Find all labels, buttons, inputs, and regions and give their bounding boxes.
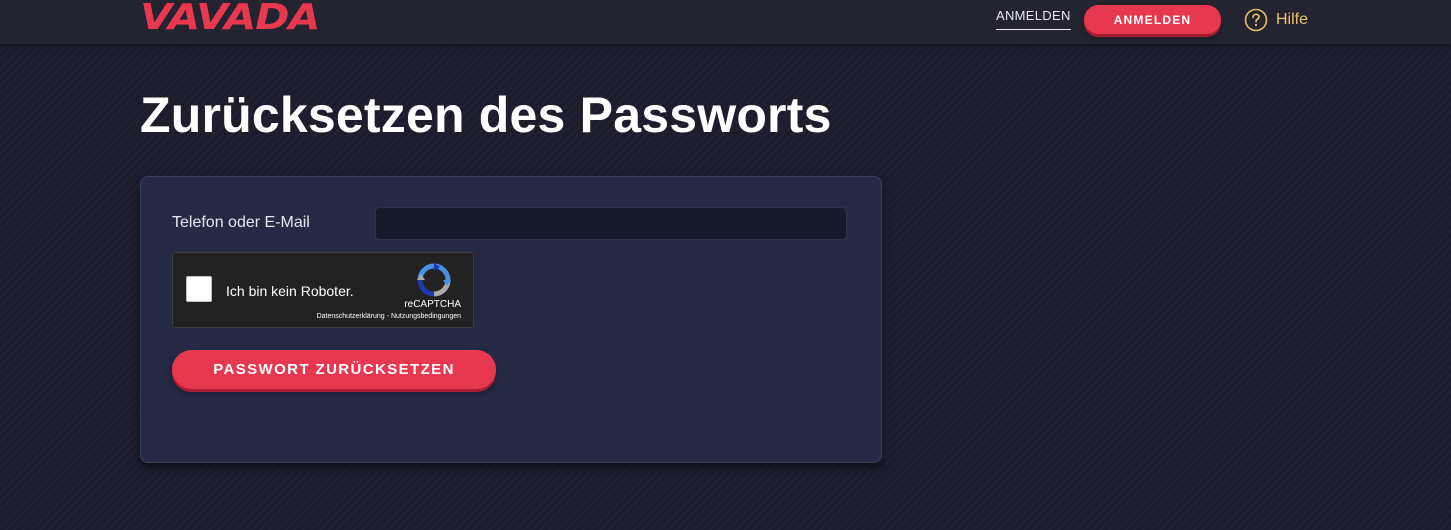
recaptcha-widget: Ich bin kein Roboter. reCAPTCHA Datensch… <box>172 252 474 328</box>
reset-password-button[interactable]: PASSWORT ZURÜCKSETZEN <box>172 350 496 389</box>
vavada-logo[interactable]: VAVADA <box>140 0 342 38</box>
recaptcha-links: Datenschutzerklärung - Nutzungsbedingung… <box>317 313 461 320</box>
reset-password-card: Telefon oder E-Mail Ich bin kein Roboter… <box>140 176 882 463</box>
recaptcha-checkbox[interactable] <box>186 276 212 302</box>
recaptcha-brand: reCAPTCHA <box>404 299 461 310</box>
login-button[interactable]: ANMELDEN <box>1084 5 1221 34</box>
terms-link[interactable]: Nutzungsbedingungen <box>391 313 461 320</box>
recaptcha-label: Ich bin kein Roboter. <box>226 283 354 299</box>
recaptcha-logo-icon <box>417 263 451 297</box>
question-circle-icon <box>1244 8 1268 32</box>
contact-input[interactable] <box>375 207 847 240</box>
contact-field-label: Telefon oder E-Mail <box>172 214 310 231</box>
privacy-link[interactable]: Datenschutzerklärung <box>317 313 385 320</box>
help-link[interactable]: Hilfe <box>1244 8 1308 32</box>
login-link[interactable]: ANMELDEN <box>996 8 1071 30</box>
help-label: Hilfe <box>1276 11 1309 28</box>
logo-text: VAVADA <box>140 0 320 38</box>
page: VAVADA ANMELDEN ANMELDEN Hilfe Zurückset… <box>0 0 1451 530</box>
page-title: Zurücksetzen des Passworts <box>140 87 832 143</box>
top-header: VAVADA ANMELDEN ANMELDEN Hilfe <box>0 0 1451 44</box>
